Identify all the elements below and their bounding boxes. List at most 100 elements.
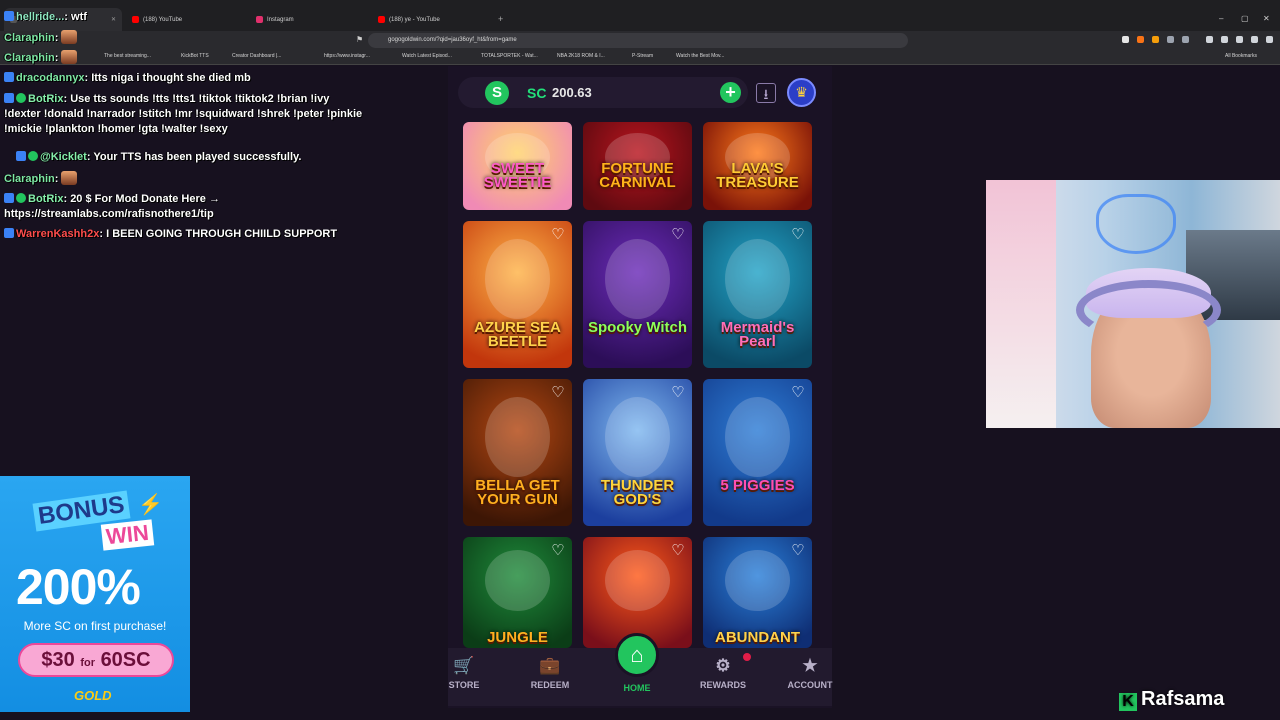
chat-username: @Kicklet — [40, 151, 87, 163]
favorite-heart-icon[interactable]: ♡ — [550, 227, 566, 243]
chat-message: Claraphin: — [4, 171, 369, 187]
favorite-heart-icon[interactable]: ♡ — [790, 227, 806, 243]
favorite-heart-icon[interactable]: ♡ — [670, 385, 686, 401]
bot-badge-icon — [16, 93, 26, 103]
favorite-heart-icon[interactable]: ♡ — [550, 543, 566, 559]
menu-icon[interactable] — [1266, 36, 1273, 43]
nav-redeem[interactable]: 💼 REDEEM — [520, 656, 580, 690]
deal-for: for — [80, 657, 95, 669]
favorite-heart-icon[interactable]: ♡ — [790, 385, 806, 401]
bookmark-item[interactable]: Watch Latest Episod... — [402, 53, 452, 59]
streamer-name: Rafsama — [1141, 688, 1225, 710]
game-tile[interactable]: THUNDER GOD'S ♡ — [583, 379, 692, 526]
nav-store[interactable]: 🛒 STORE — [434, 656, 494, 690]
chat-message: WarrenKashh2x: I BEEN GOING THROUGH CHII… — [4, 227, 369, 242]
minimize-button[interactable]: – — [1219, 14, 1223, 23]
new-tab-button[interactable]: + — [498, 14, 503, 24]
bookmark-item[interactable]: P-Stream — [632, 53, 653, 59]
game-title: Spooky Witch — [587, 319, 688, 336]
game-tile[interactable]: FORTUNE CARNIVAL — [583, 122, 692, 210]
chat-overlay: hellride...: wtf Claraphin: Claraphin: d… — [0, 0, 380, 260]
game-art — [724, 238, 791, 320]
chat-username: BotRix — [28, 193, 64, 205]
game-title: Mermaid's Pearl — [720, 319, 795, 350]
nav-label: REDEEM — [530, 680, 570, 690]
sweeps-coin-icon: S — [485, 81, 509, 105]
badge-icon — [4, 228, 14, 238]
chat-username: Claraphin — [4, 173, 55, 185]
bookmark-item[interactable]: NBA 2K18 ROM & I... — [557, 53, 605, 59]
chat-text: I BEEN GOING THROUGH CHIILD SUPPORT — [106, 228, 338, 240]
nav-account[interactable]: ★ ACCOUNT — [780, 656, 840, 690]
neon-heart-shape — [1096, 194, 1176, 254]
extension-icon[interactable] — [1167, 36, 1174, 43]
deal-sc: 60SC — [100, 649, 151, 671]
balance-value: 200.63 — [552, 85, 592, 100]
cart-icon: 🛒 — [453, 656, 475, 675]
favorite-heart-icon[interactable]: ♡ — [670, 227, 686, 243]
sidebar-toggle-icon[interactable] — [1206, 36, 1213, 43]
bookmark-item[interactable]: Watch the Best Mov... — [676, 53, 724, 59]
chat-username: Claraphin — [4, 52, 55, 64]
chat-message: Claraphin: — [4, 50, 369, 66]
game-art — [484, 550, 551, 612]
all-bookmarks-button[interactable]: All Bookmarks — [1225, 53, 1257, 59]
game-tile[interactable]: Spooky Witch ♡ — [583, 221, 692, 368]
game-tile[interactable]: Mermaid's Pearl ♡ — [703, 221, 812, 368]
download-icon[interactable]: ⭳ — [756, 83, 776, 103]
notification-dot — [743, 653, 751, 661]
extension-icon[interactable] — [1152, 36, 1159, 43]
game-title: FORTUNE CARNIVAL — [599, 160, 676, 191]
emote-icon — [61, 30, 78, 44]
chat-text: Itts niga i thought she died mb — [91, 72, 251, 84]
game-title: JUNGLE — [487, 629, 548, 646]
bot-badge-icon — [28, 151, 38, 161]
nav-label: HOME — [623, 683, 651, 693]
game-tile[interactable]: JUNGLE ♡ — [463, 537, 572, 648]
game-art — [484, 396, 551, 478]
badge-icon — [4, 193, 14, 203]
nav-rewards[interactable]: ⚙ REWARDS — [693, 656, 753, 690]
tab-youtube-ye[interactable]: (188) ye - YouTube — [372, 8, 494, 31]
home-icon[interactable]: ⌂ — [615, 633, 659, 677]
game-title: LAVA'S TREASURE — [716, 160, 799, 191]
chat-text: wtf — [71, 11, 87, 23]
chat-username: WarrenKashh2x — [16, 228, 100, 240]
deal-button[interactable]: $30 for 60SC — [18, 643, 174, 677]
game-tile[interactable]: 5 PIGGIES ♡ — [703, 379, 812, 526]
game-tile[interactable]: SWEET SWEETIE — [463, 122, 572, 210]
game-tile[interactable]: ♡ — [583, 537, 692, 648]
streamer-watermark: K Rafsama — [1119, 688, 1224, 711]
bot-badge-icon — [16, 193, 26, 203]
game-title: AZURE SEA BEETLE — [474, 319, 561, 350]
favorite-heart-icon[interactable]: ♡ — [790, 543, 806, 559]
maximize-button[interactable]: ▢ — [1241, 14, 1249, 23]
headphones-icon — [1076, 280, 1221, 340]
nav-home[interactable]: HOME — [607, 683, 667, 693]
nav-label: STORE — [448, 680, 480, 690]
game-tile[interactable]: ABUNDANT ♡ — [703, 537, 812, 648]
chat-message: dracodannyx: Itts niga i thought she die… — [4, 71, 369, 86]
wallet-icon: 💼 — [539, 656, 561, 675]
game-tile[interactable]: LAVA'S TREASURE — [703, 122, 812, 210]
game-tile[interactable]: BELLA GET YOUR GUN ♡ — [463, 379, 572, 526]
extension-icon[interactable] — [1122, 36, 1129, 43]
emote-icon — [61, 50, 78, 64]
favorite-heart-icon[interactable]: ♡ — [550, 385, 566, 401]
badge-icon — [4, 93, 14, 103]
close-window-button[interactable]: ✕ — [1263, 14, 1270, 23]
url-input[interactable]: gogogoldwin.com/?qid=jau36oyf_ht&from=ga… — [368, 33, 908, 48]
bookmark-item[interactable]: TOTALSPORTEK - Wat... — [481, 53, 538, 59]
profile-icon[interactable] — [1251, 36, 1258, 43]
game-tile[interactable]: AZURE SEA BEETLE ♡ — [463, 221, 572, 368]
add-coins-button[interactable]: + — [720, 82, 741, 103]
extension-icon[interactable] — [1137, 36, 1144, 43]
extension-icon[interactable] — [1221, 36, 1228, 43]
extension-icon[interactable] — [1236, 36, 1243, 43]
win-text: WIN — [100, 519, 154, 551]
chat-username: BotRix — [28, 93, 64, 105]
chat-message: BotRix: Use tts sounds !tts !tts1 !tikto… — [4, 93, 363, 135]
vip-crown-icon[interactable]: ♛ — [787, 78, 816, 107]
favorite-heart-icon[interactable]: ♡ — [670, 543, 686, 559]
extension-icon[interactable] — [1182, 36, 1189, 43]
